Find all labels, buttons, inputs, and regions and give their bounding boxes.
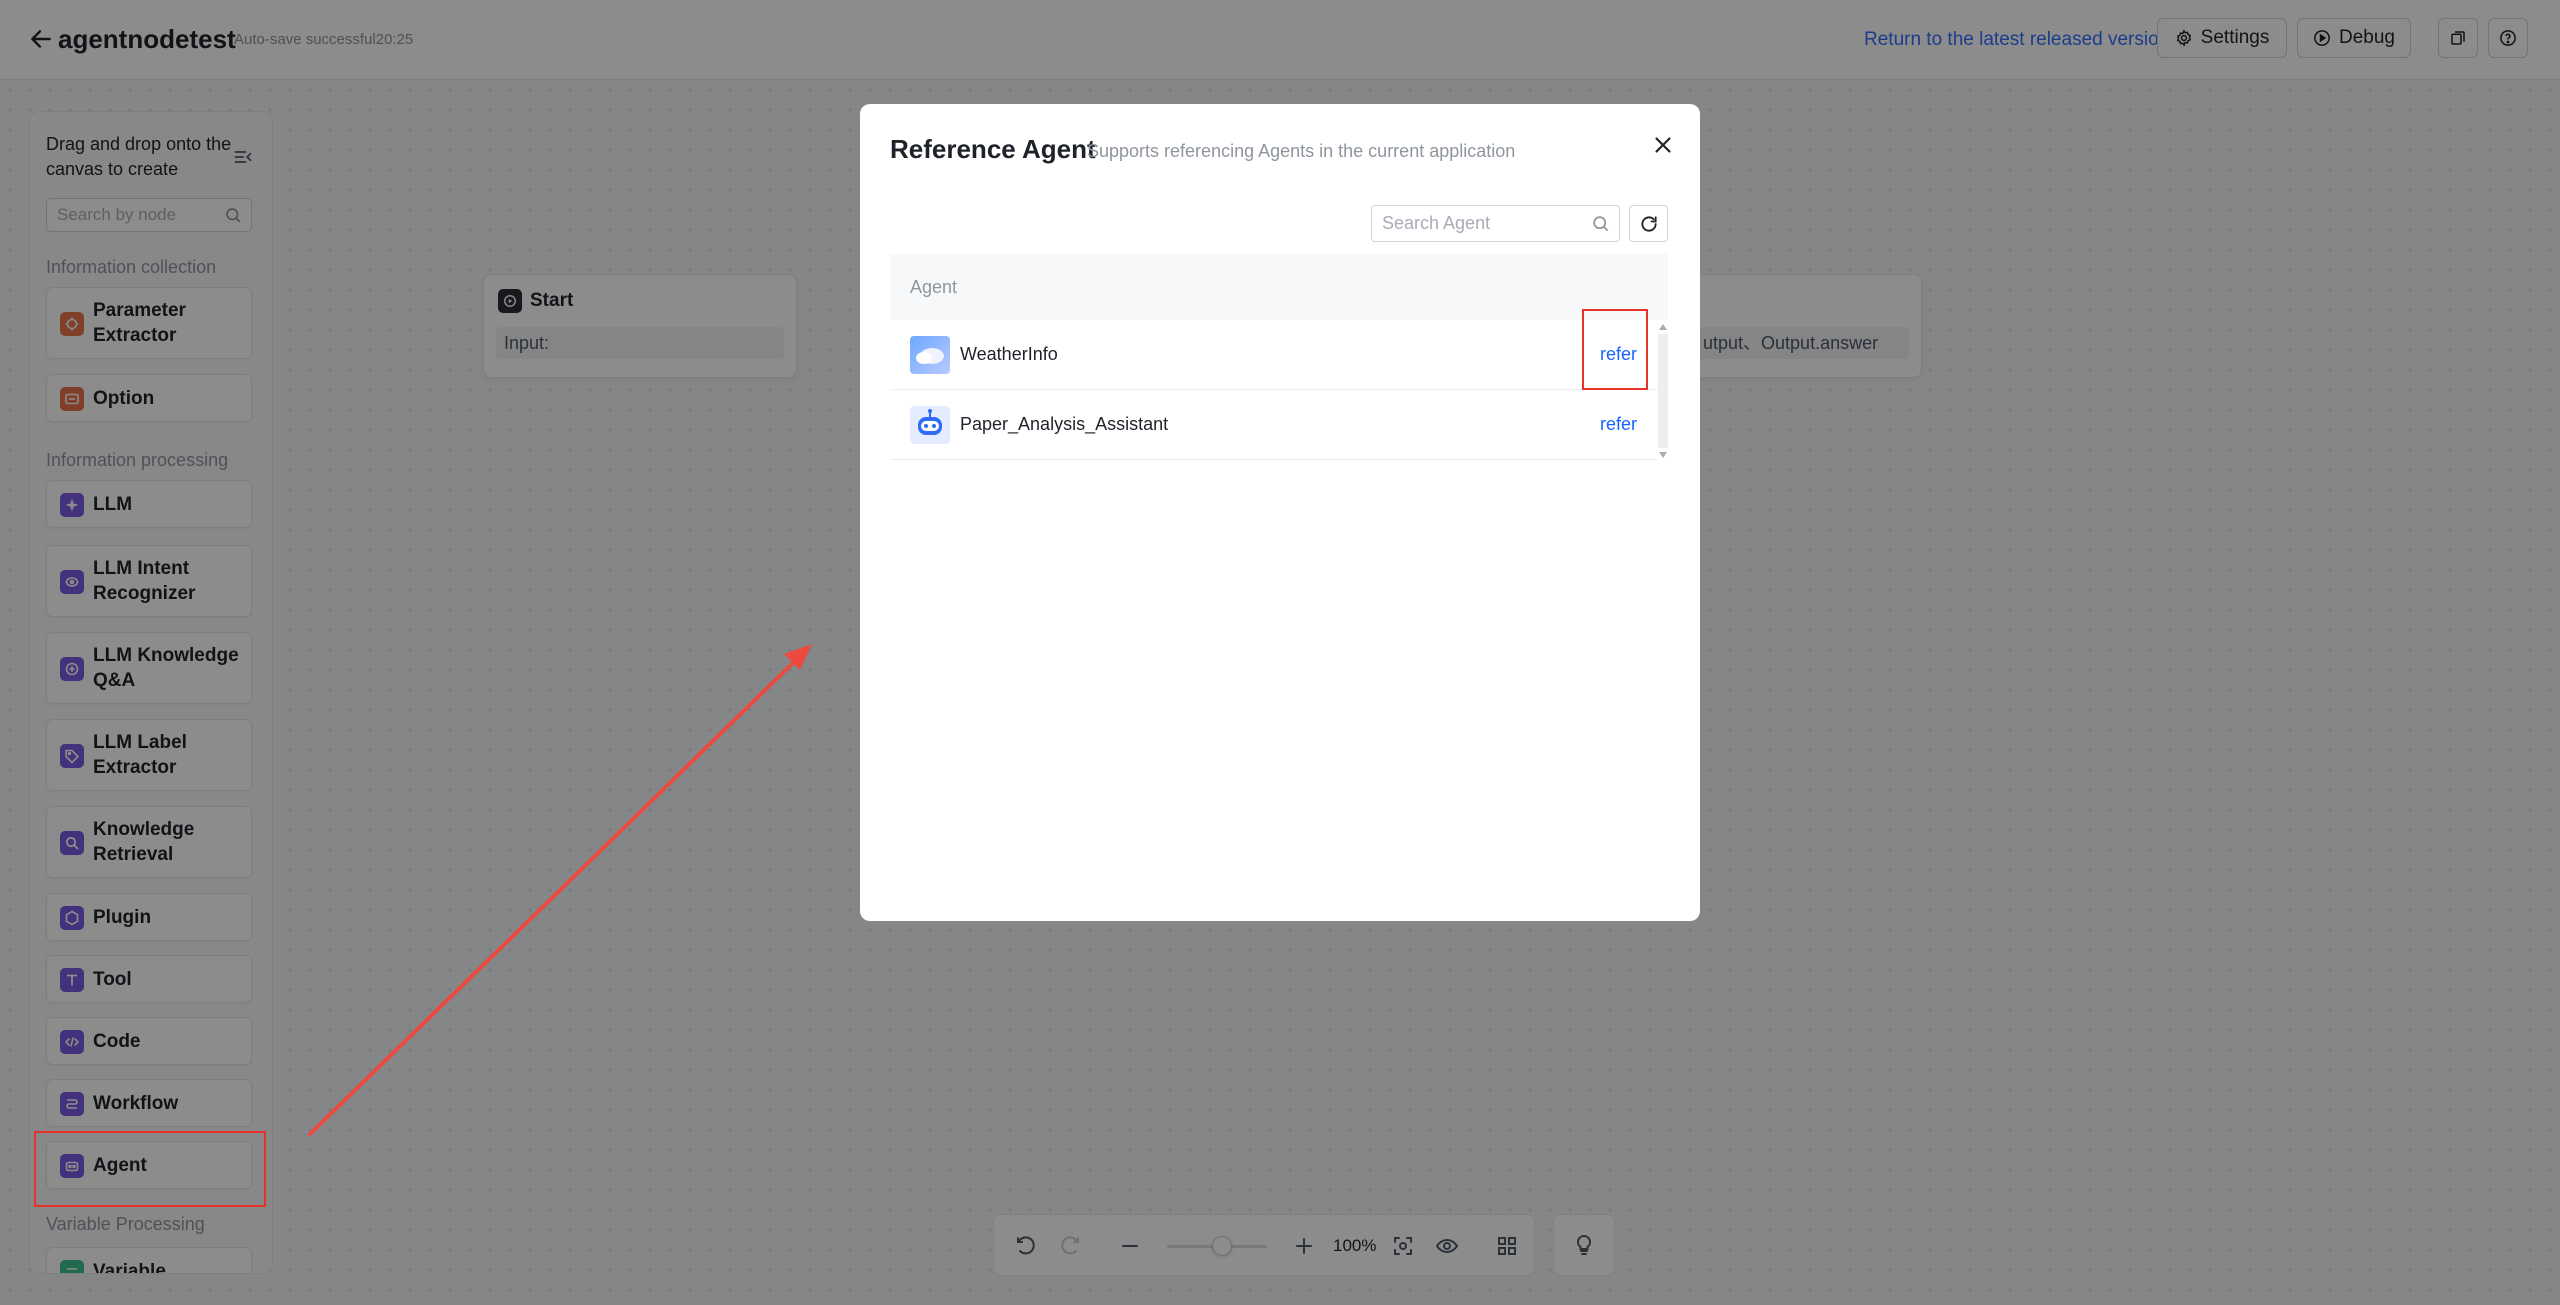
agent-search-input[interactable]: [1371, 205, 1620, 242]
agent-row-weatherinfo: WeatherInfo refer: [890, 320, 1658, 390]
close-icon[interactable]: [1650, 132, 1676, 158]
agent-list-scrollbar[interactable]: [1658, 320, 1668, 462]
robot-avatar-icon: [910, 406, 950, 444]
refresh-icon: [1640, 215, 1657, 232]
refer-button[interactable]: refer: [1600, 344, 1637, 365]
agent-name: WeatherInfo: [960, 344, 1058, 364]
refer-button[interactable]: refer: [1600, 414, 1637, 435]
search-icon: [1593, 216, 1609, 232]
agent-name: Paper_Analysis_Assistant: [960, 414, 1169, 434]
agent-table-header: Agent: [890, 254, 1668, 320]
modal-title: Reference Agent: [890, 134, 1096, 164]
modal-subtitle: Supports referencing Agents in the curre…: [1087, 141, 1516, 161]
refresh-button[interactable]: [1629, 205, 1668, 242]
agent-row-paper-analysis-assistant: Paper_Analysis_Assistant refer: [890, 390, 1658, 460]
column-header-agent: Agent: [910, 277, 958, 297]
cloud-avatar-icon: [910, 336, 950, 374]
reference-agent-modal: Reference Agent Supports referencing Age…: [860, 104, 1700, 921]
